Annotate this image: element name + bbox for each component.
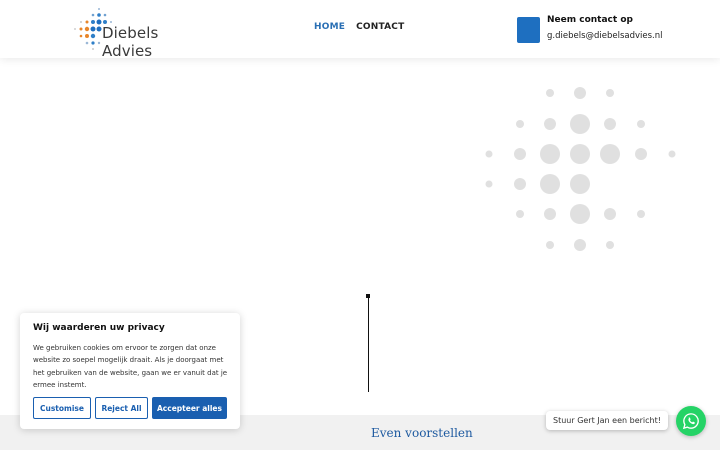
- decorative-dots-graphic: [485, 87, 676, 251]
- site-header: Diebels Advies HOME CONTACT Neem contact…: [0, 0, 720, 60]
- whatsapp-chat-button[interactable]: [676, 406, 706, 436]
- cookie-consent-banner: Wij waarderen uw privacy We gebruiken co…: [20, 313, 240, 429]
- contact-title: Neem contact op: [547, 15, 633, 25]
- accept-all-button[interactable]: Accepteer alles: [152, 397, 227, 419]
- nav-item-home[interactable]: HOME: [314, 22, 345, 32]
- contact-square-icon: [517, 17, 540, 43]
- contact-email-link[interactable]: g.diebels@diebelsadvies.nl: [547, 31, 663, 41]
- cookie-title: Wij waarderen uw privacy: [33, 323, 165, 333]
- nav-item-contact[interactable]: CONTACT: [356, 22, 404, 32]
- scroll-line: [368, 296, 369, 392]
- cookie-text: We gebruiken cookies om ervoor te zorgen…: [33, 344, 228, 389]
- whatsapp-icon: [682, 413, 699, 430]
- chat-prompt-bubble[interactable]: Stuur Gert Jan een bericht!: [546, 411, 668, 430]
- logo-text: Diebels Advies: [102, 24, 159, 60]
- reject-all-button[interactable]: Reject All: [95, 397, 148, 419]
- site-logo[interactable]: Diebels Advies: [72, 6, 212, 60]
- section-title: Even voorstellen: [371, 426, 473, 440]
- customise-button[interactable]: Customise: [33, 397, 91, 419]
- main-nav: HOME CONTACT: [314, 22, 404, 32]
